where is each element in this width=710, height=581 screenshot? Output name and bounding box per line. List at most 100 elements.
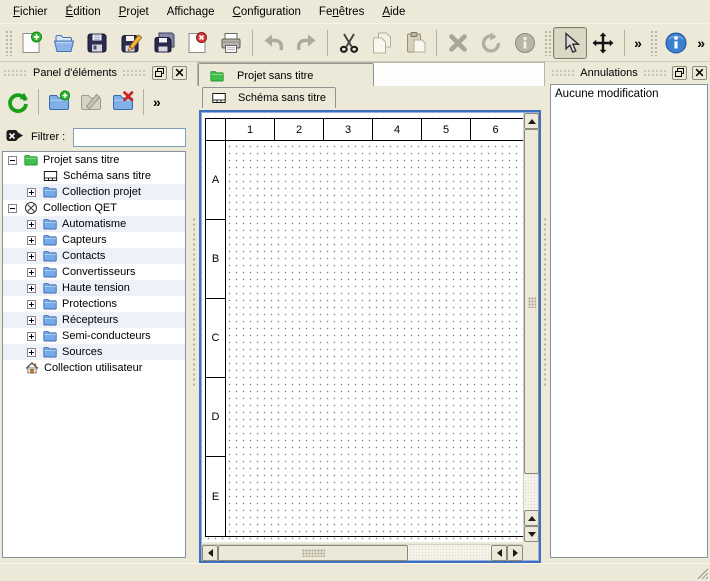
tab-project[interactable]: Projet sans titre (198, 63, 374, 87)
about-info-button[interactable] (659, 27, 692, 59)
tree-item-protections[interactable]: Protections (3, 296, 185, 312)
save-all-button[interactable] (147, 27, 180, 59)
tree-item-label: Protections (62, 298, 117, 310)
tree-item-contacts[interactable]: Contacts (3, 248, 185, 264)
dock-drag-handle[interactable] (551, 69, 575, 77)
expand-icon[interactable] (27, 252, 36, 261)
expand-icon[interactable] (27, 300, 36, 309)
tree-item-recepteurs[interactable]: Récepteurs (3, 312, 185, 328)
menu-configuration[interactable]: Configuration (224, 2, 310, 22)
arrow-up-icon (528, 119, 536, 124)
toolbar-handle[interactable] (543, 29, 551, 56)
rotate-button[interactable] (475, 27, 508, 59)
undo-list-item[interactable]: Aucune modification (551, 85, 707, 102)
toolbar-extension-button[interactable]: » (148, 94, 166, 110)
tree-item-convertisseurs[interactable]: Convertisseurs (3, 264, 185, 280)
tree-item-haute-tension[interactable]: Haute tension (3, 280, 185, 296)
redo-button[interactable] (290, 27, 323, 59)
tree-item-collection-projet[interactable]: Collection projet (3, 184, 185, 200)
float-panel-button[interactable] (672, 66, 687, 80)
toolbar-extension-button[interactable]: » (692, 35, 710, 51)
cut-button[interactable] (332, 27, 365, 59)
new-document-button[interactable] (14, 27, 47, 59)
horizontal-scrollbar-thumb[interactable] (218, 545, 408, 561)
dock-drag-handle[interactable] (3, 69, 28, 77)
expand-icon[interactable] (27, 188, 36, 197)
edit-category-button[interactable] (75, 86, 107, 118)
expand-icon[interactable] (27, 284, 36, 293)
expand-icon[interactable] (27, 348, 36, 357)
select-tool-button[interactable] (553, 27, 586, 59)
element-info-button[interactable] (508, 27, 541, 59)
undo-button[interactable] (257, 27, 290, 59)
scroll-up-button[interactable] (524, 113, 539, 129)
left-splitter[interactable] (190, 62, 197, 560)
select-tool-icon (557, 30, 583, 56)
reload-collections-button[interactable] (2, 86, 34, 118)
vertical-scrollbar-thumb[interactable] (524, 129, 539, 474)
element-panel-titlebar[interactable]: Panel d'éléments (3, 64, 187, 81)
tree-item-sources[interactable]: Sources (3, 344, 185, 360)
toolbar-handle[interactable] (4, 29, 12, 56)
save-as-icon (118, 30, 144, 56)
copy-button[interactable] (366, 27, 399, 59)
scroll-right-button[interactable] (507, 545, 523, 561)
blue-folder-icon (41, 265, 58, 279)
resize-grip[interactable] (695, 566, 709, 580)
new-category-button[interactable] (43, 86, 75, 118)
toolbar-handle[interactable] (649, 29, 657, 56)
close-panel-button[interactable] (692, 66, 707, 80)
expand-icon[interactable] (27, 236, 36, 245)
close-panel-button[interactable] (172, 66, 187, 80)
menu-aide[interactable]: Aide (373, 2, 414, 22)
diagram-view[interactable]: 123456 ABCDE (199, 110, 541, 563)
right-splitter[interactable] (541, 62, 548, 560)
tree-item-projet-sans-titre[interactable]: Projet sans titre (3, 152, 185, 168)
open-document-button[interactable] (47, 27, 80, 59)
vertical-scrollbar[interactable] (523, 113, 538, 542)
grid-column-label: 3 (324, 119, 373, 140)
collapse-icon[interactable] (8, 204, 17, 213)
tree-item-collection-utilisateur[interactable]: Collection utilisateur (3, 360, 185, 376)
collapse-icon[interactable] (8, 156, 17, 165)
project-tabbar: Projet sans titre (197, 62, 545, 86)
menu-fichier[interactable]: Fichier (4, 2, 57, 22)
clear-filter-icon[interactable] (6, 127, 24, 147)
delete-button[interactable] (441, 27, 474, 59)
delete-category-button[interactable] (107, 86, 139, 118)
expand-icon[interactable] (27, 332, 36, 341)
tree-item-semi-conducteurs[interactable]: Semi-conducteurs (3, 328, 185, 344)
dock-drag-handle[interactable] (643, 69, 667, 77)
scroll-left-button[interactable] (202, 545, 218, 561)
float-panel-button[interactable] (152, 66, 167, 80)
menu-fenetres[interactable]: Fenêtres (310, 2, 373, 22)
expand-icon[interactable] (27, 220, 36, 229)
menu-edition[interactable]: Édition (57, 2, 110, 22)
move-tool-button[interactable] (587, 27, 620, 59)
menu-affichage[interactable]: Affichage (158, 2, 224, 22)
expand-icon[interactable] (27, 316, 36, 325)
tree-item-schema-sans-titre[interactable]: Schéma sans titre (3, 168, 185, 184)
save-as-button[interactable] (114, 27, 147, 59)
toolbar-extension-button[interactable]: » (629, 35, 647, 51)
tree-item-collection-qet[interactable]: Collection QET (3, 200, 185, 216)
filter-input[interactable] (73, 128, 186, 147)
dock-drag-handle[interactable] (122, 69, 147, 77)
diagram-viewport[interactable]: 123456 ABCDE (202, 113, 523, 542)
print-button[interactable] (214, 27, 247, 59)
menu-projet[interactable]: Projet (110, 2, 158, 22)
close-document-button[interactable] (181, 27, 214, 59)
tree-item-capteurs[interactable]: Capteurs (3, 232, 185, 248)
scroll-up-button-2[interactable] (524, 510, 539, 526)
scroll-left-button-2[interactable] (491, 545, 507, 561)
collections-tree: Projet sans titreSchéma sans titreCollec… (2, 151, 186, 558)
grid-row-label: B (206, 220, 225, 299)
expand-icon[interactable] (27, 268, 36, 277)
scroll-down-button[interactable] (524, 526, 539, 542)
undo-dock-titlebar[interactable]: Annulations (551, 64, 707, 81)
tree-item-automatisme[interactable]: Automatisme (3, 216, 185, 232)
tab-diagram[interactable]: Schéma sans titre (202, 87, 336, 108)
save-button[interactable] (81, 27, 114, 59)
paste-button[interactable] (399, 27, 432, 59)
horizontal-scrollbar[interactable] (202, 544, 523, 560)
